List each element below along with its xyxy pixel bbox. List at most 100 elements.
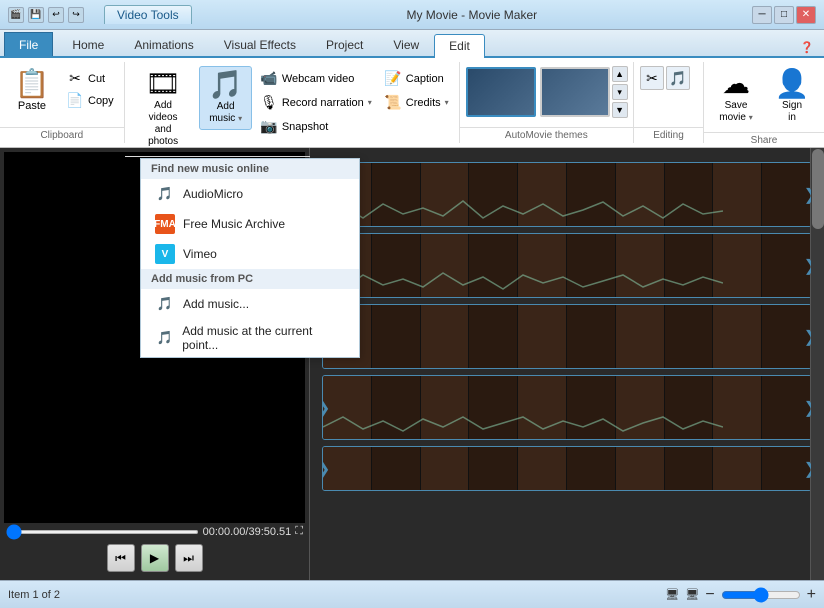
save-movie-label: Savemovie ▾ [719, 100, 752, 124]
theme-1[interactable] [466, 67, 536, 117]
zoom-minus-button[interactable]: − [705, 586, 714, 604]
record-icon: 🎙 [260, 94, 278, 111]
copy-label: Copy [88, 95, 114, 107]
paste-button[interactable]: 📋 Paste [6, 66, 58, 116]
next-frame-button[interactable]: ⏭ [175, 544, 203, 572]
editing-items: ✂ 🎵 [640, 66, 690, 90]
clipboard-label: Clipboard [0, 127, 124, 143]
film-strip-5[interactable] [322, 446, 812, 491]
paste-icon: 📋 [15, 70, 50, 98]
redo-icon[interactable]: ↪ [68, 7, 84, 23]
add-music-current-item[interactable]: 🎵 Add music at the current point... [141, 319, 359, 357]
record-narration-button[interactable]: 🎙 Record narration ▾ [256, 92, 376, 113]
play-button[interactable]: ▶ [141, 544, 169, 572]
audiomicro-label: AudioMicro [183, 187, 243, 201]
status-item-text: Item 1 of 2 [8, 589, 60, 601]
editing-group: ✂ 🎵 Editing [634, 62, 704, 143]
timeline-area[interactable] [310, 148, 824, 580]
window-controls[interactable]: ─ □ ✕ [752, 6, 816, 24]
tab-home[interactable]: Home [57, 32, 119, 56]
cut-label: Cut [88, 73, 105, 85]
expand-icon[interactable]: ⛶ [295, 525, 303, 538]
timeline-scrollbar[interactable] [810, 148, 824, 580]
theme-scroll-up[interactable]: ▲ [612, 66, 628, 82]
sign-in-button[interactable]: 👤 Signin [766, 66, 818, 128]
tab-edit[interactable]: Edit [434, 34, 485, 58]
theme-scroll-dropdown[interactable]: ▾ [612, 84, 628, 100]
add-videos-button[interactable]: 🎞 Add videosand photos [131, 66, 196, 152]
ribbon: 📋 Paste ✂ Cut 📄 Copy Clipboard 🎞 Add vid… [0, 58, 824, 148]
tab-view[interactable]: View [378, 32, 434, 56]
monitor-icon-2: 🖥 [685, 588, 699, 601]
film-strip-4[interactable] [322, 375, 812, 440]
webcam-button[interactable]: 📹 Webcam video [256, 68, 376, 89]
preview-slider[interactable] [6, 530, 199, 534]
copy-icon: 📄 [66, 92, 84, 109]
theme-scroll: ▲ ▾ ▼ [612, 66, 628, 118]
add-music-button[interactable]: 🎵 Addmusic ▾ [199, 66, 251, 130]
save-quick-icon[interactable]: 💾 [28, 7, 44, 23]
save-movie-button[interactable]: ☁ Savemovie ▾ [710, 66, 762, 128]
vimeo-label: Vimeo [183, 247, 217, 261]
music-edit-button[interactable]: 🎵 [666, 66, 690, 90]
webcam-icon: 📹 [260, 70, 278, 87]
record-dropdown-arrow: ▾ [368, 98, 372, 107]
sign-in-icon: 👤 [775, 70, 810, 98]
fma-icon: FMA [155, 214, 175, 234]
preview-time-label: 00:00.00/39:50.51 [203, 526, 292, 538]
webcam-label: Webcam video [282, 73, 355, 85]
vimeo-item[interactable]: V Vimeo [141, 239, 359, 269]
film-strip-2[interactable] [322, 233, 812, 298]
film-strip-1[interactable] [322, 162, 812, 227]
add-music-current-icon: 🎵 [155, 328, 174, 348]
add-videos-icon: 🎞 [145, 70, 181, 98]
minimize-button[interactable]: ─ [752, 6, 772, 24]
vimeo-icon: V [155, 244, 175, 264]
tab-visual-effects[interactable]: Visual Effects [209, 32, 311, 56]
zoom-plus-button[interactable]: + [807, 586, 816, 604]
trim-button[interactable]: ✂ [640, 66, 664, 90]
timeline-scroll-thumb[interactable] [812, 149, 824, 229]
tab-animations[interactable]: Animations [119, 32, 208, 56]
add-music-label: Addmusic ▾ [209, 101, 242, 125]
add-music-current-label: Add music at the current point... [182, 324, 345, 352]
close-button[interactable]: ✕ [796, 6, 816, 24]
title-bar: 🎬 💾 ↩ ↪ Video Tools My Movie - Movie Mak… [0, 0, 824, 30]
audiomicro-item[interactable]: 🎵 AudioMicro [141, 179, 359, 209]
tab-file[interactable]: File [4, 32, 53, 56]
caption-icon: 📝 [384, 70, 402, 87]
free-music-archive-item[interactable]: FMA Free Music Archive [141, 209, 359, 239]
credits-button[interactable]: 📜 Credits ▾ [380, 92, 453, 113]
monitor-icon: 🖥 [665, 588, 679, 601]
snapshot-label: Snapshot [282, 121, 328, 133]
undo-icon[interactable]: ↩ [48, 7, 64, 23]
copy-button[interactable]: 📄 Copy [62, 90, 118, 111]
maximize-button[interactable]: □ [774, 6, 794, 24]
free-music-archive-label: Free Music Archive [183, 217, 285, 231]
snapshot-button[interactable]: 📷 Snapshot [256, 116, 376, 137]
zoom-slider[interactable] [721, 587, 801, 603]
caption-button[interactable]: 📝 Caption [380, 68, 453, 89]
theme-2[interactable] [540, 67, 610, 117]
add-music-item-icon: 🎵 [155, 294, 175, 314]
film-strip-3[interactable] [322, 304, 812, 369]
theme-scroll-down[interactable]: ▼ [612, 102, 628, 118]
add-group: 🎞 Add videosand photos 🎵 Addmusic ▾ 📹 We… [125, 62, 460, 143]
title-bar-icons: 🎬 💾 ↩ ↪ [8, 7, 84, 23]
status-bar: Item 1 of 2 🖥 🖥 − + [0, 580, 824, 608]
video-tools-label: Video Tools [104, 5, 192, 24]
add-music-item[interactable]: 🎵 Add music... [141, 289, 359, 319]
find-music-online-title: Find new music online [141, 159, 359, 179]
tab-project[interactable]: Project [311, 32, 378, 56]
clipboard-group: 📋 Paste ✂ Cut 📄 Copy Clipboard [0, 62, 125, 143]
ribbon-tabs: File Home Animations Visual Effects Proj… [0, 30, 824, 58]
audiomicro-icon: 🎵 [155, 184, 175, 204]
cut-button[interactable]: ✂ Cut [62, 68, 118, 89]
add-from-pc-title: Add music from PC [141, 269, 359, 289]
prev-frame-button[interactable]: ⏮ [107, 544, 135, 572]
help-button[interactable]: ❓ [794, 39, 820, 56]
add-videos-label: Add videosand photos [139, 100, 188, 148]
preview-time-bar: 00:00.00/39:50.51 ⛶ [4, 523, 305, 540]
add-music-dropdown: Find new music online 🎵 AudioMicro FMA F… [140, 158, 360, 358]
save-movie-icon: ☁ [722, 70, 750, 98]
